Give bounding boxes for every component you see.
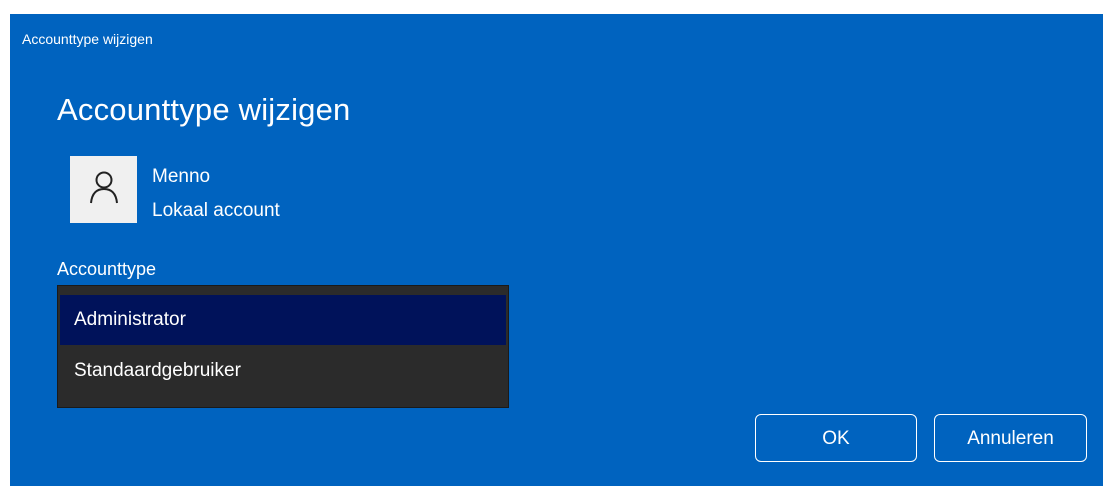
- window-title: Accounttype wijzigen: [22, 31, 153, 47]
- option-standard-user[interactable]: Standaardgebruiker: [60, 346, 506, 396]
- avatar: [70, 156, 137, 223]
- page-title: Accounttype wijzigen: [57, 92, 351, 127]
- account-type-listbox[interactable]: Administrator Standaardgebruiker: [57, 285, 509, 408]
- option-administrator[interactable]: Administrator: [60, 295, 506, 345]
- cancel-button[interactable]: Annuleren: [934, 414, 1087, 462]
- change-account-type-dialog: Accounttype wijzigen Accounttype wijzige…: [10, 14, 1103, 486]
- user-name: Menno: [152, 166, 211, 187]
- account-kind: Lokaal account: [152, 200, 280, 221]
- person-icon: [89, 170, 119, 209]
- ok-button[interactable]: OK: [755, 414, 917, 462]
- account-type-label: Accounttype: [57, 259, 157, 279]
